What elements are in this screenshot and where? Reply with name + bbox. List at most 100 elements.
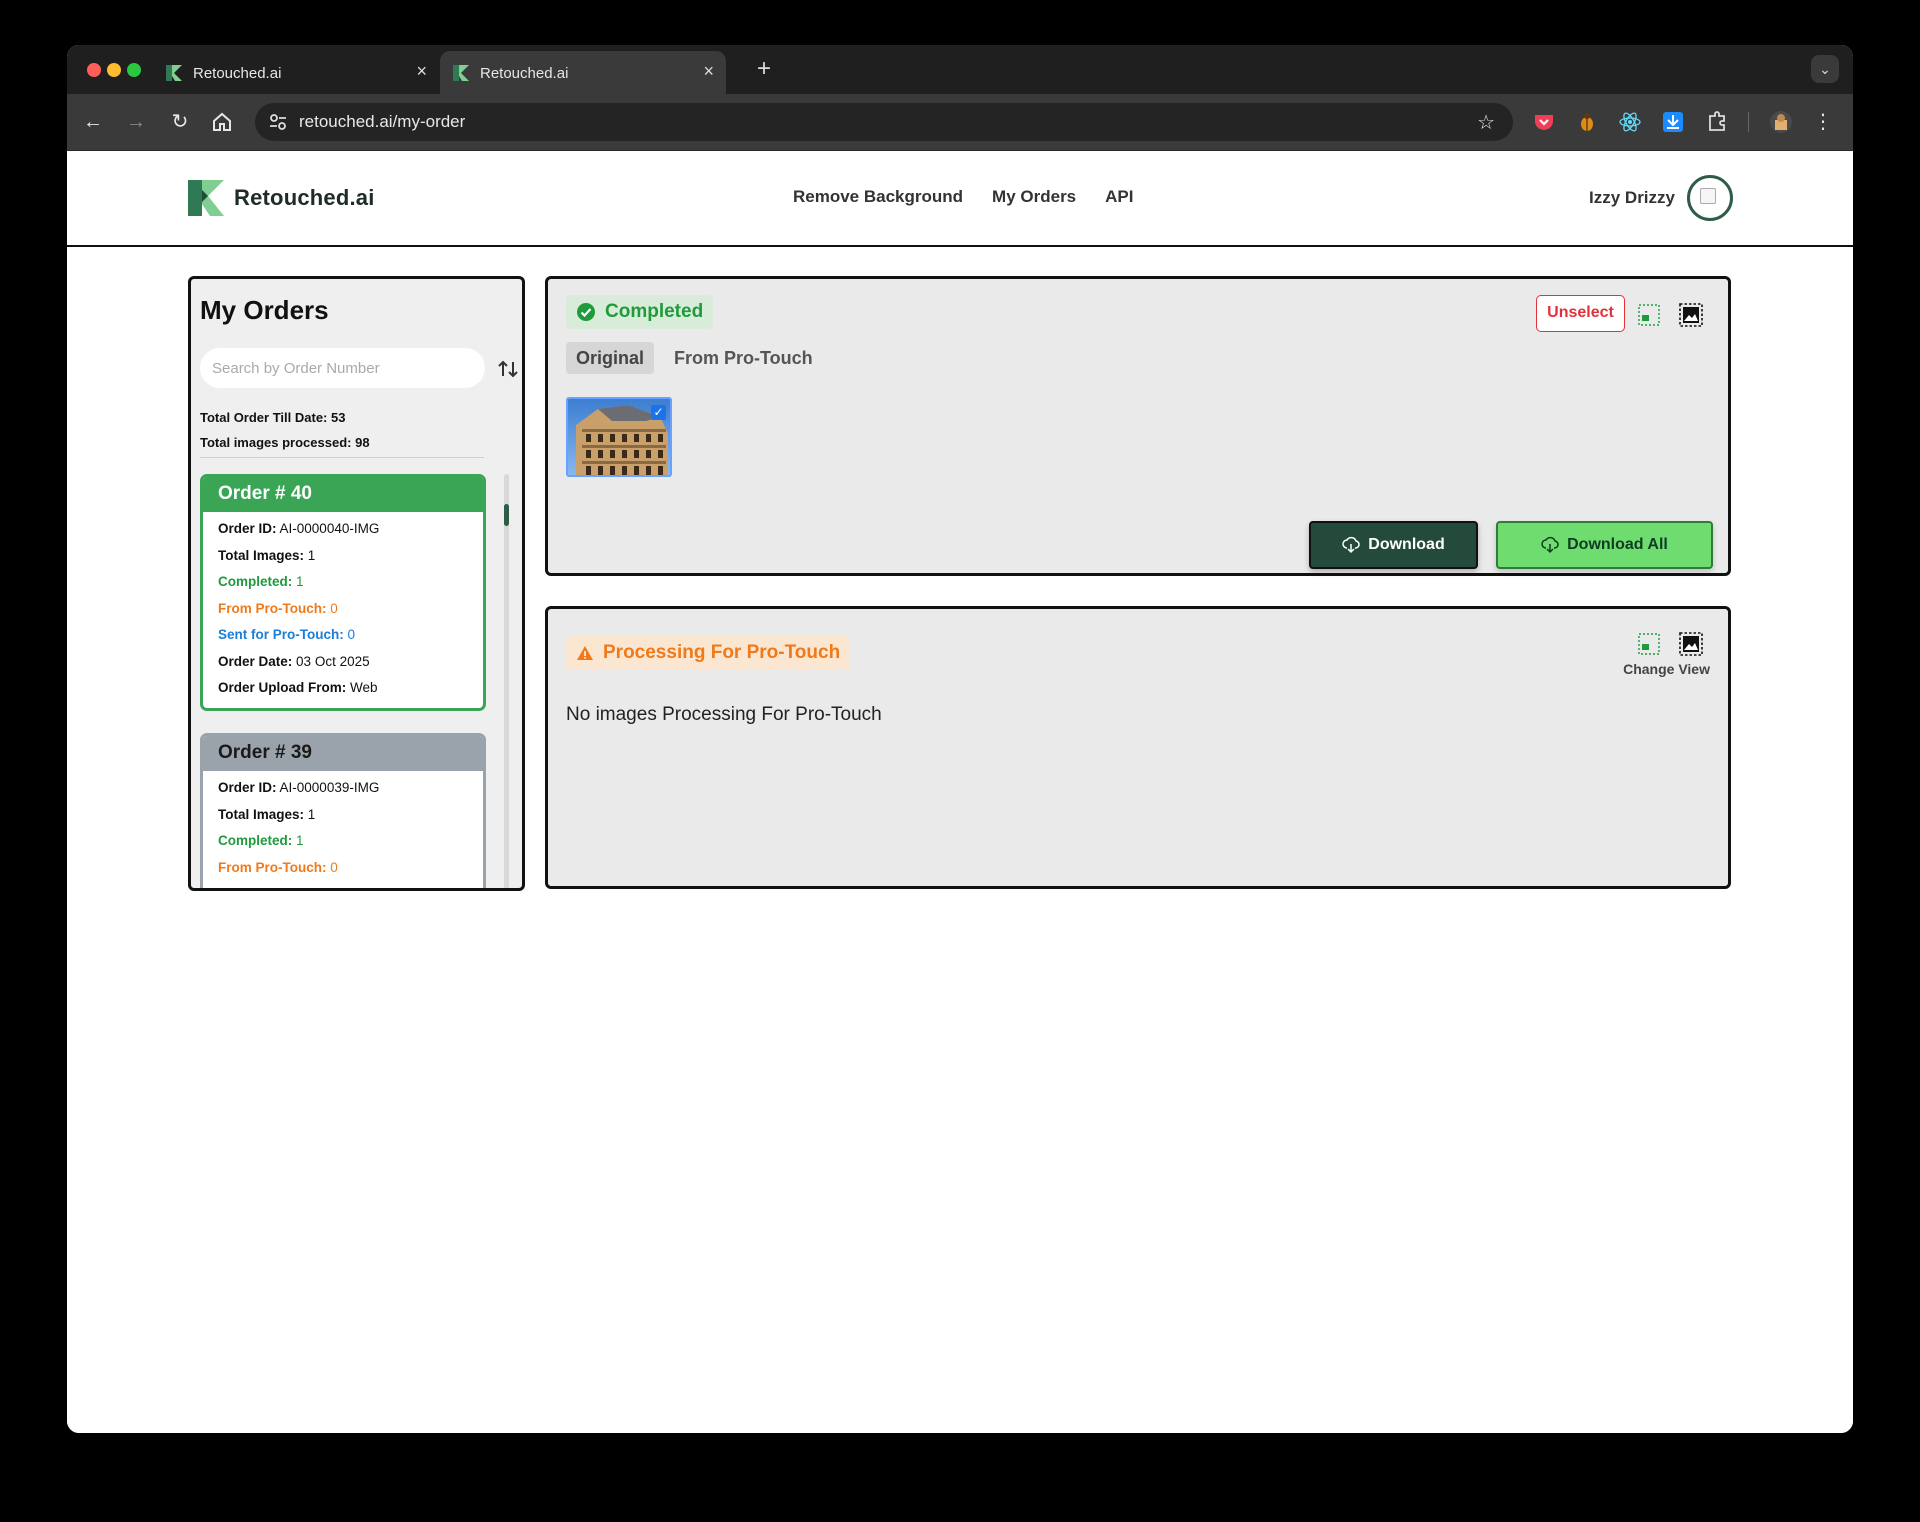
processing-panel: Processing For Pro-Touch Change View No … <box>545 606 1731 889</box>
page: Retouched.ai Remove Background My Orders… <box>67 151 1853 1433</box>
small-grid-view-icon[interactable] <box>1636 302 1662 328</box>
brand-logo[interactable]: Retouched.ai <box>188 180 375 216</box>
sent-for-pro-touch-label: Sent for Pro-Touch: <box>218 627 344 642</box>
order-card-title: Order # 40 <box>203 477 483 512</box>
from-pro-touch-label: From Pro-Touch: <box>218 859 327 875</box>
completed-label: Completed: <box>218 833 293 848</box>
total-images-value: 1 <box>307 806 316 822</box>
retouched-favicon-icon <box>453 65 469 81</box>
bug-extension-icon[interactable] <box>1575 110 1599 134</box>
order-card[interactable]: Order # 39 Order ID: AI-0000039-IMG Tota… <box>200 733 486 888</box>
retouched-logo-icon <box>188 180 224 216</box>
image-thumbnail[interactable]: ✓ <box>566 397 672 477</box>
order-date-label: Order Date: <box>218 653 293 669</box>
order-card[interactable]: Order # 40 Order ID: AI-0000040-IMG Tota… <box>200 474 486 711</box>
total-orders-label: Total Order Till Date: <box>200 410 328 425</box>
large-grid-view-icon[interactable] <box>1678 302 1704 328</box>
divider <box>200 457 484 458</box>
status-label: Completed <box>605 301 704 322</box>
home-icon[interactable] <box>211 111 233 133</box>
change-view-label[interactable]: Change View <box>1623 661 1710 677</box>
total-images-value: 98 <box>355 435 370 450</box>
unselect-button[interactable]: Unselect <box>1536 295 1625 332</box>
order-id-label: Order ID: <box>218 780 277 795</box>
warning-icon <box>577 646 593 660</box>
tab-close-icon[interactable]: × <box>703 61 714 82</box>
total-images-label: Total images processed: <box>200 435 352 450</box>
total-images-value: 1 <box>307 547 316 563</box>
large-grid-view-icon[interactable] <box>1678 631 1704 657</box>
tab-title: Retouched.ai <box>480 65 569 82</box>
browser-tab[interactable]: Retouched.ai × <box>153 51 439 94</box>
brand-name: Retouched.ai <box>234 185 375 210</box>
sent-for-pro-touch-value: 0 <box>347 627 356 642</box>
sent-for-pro-touch-value: 0 <box>348 886 356 888</box>
nav-remove-background[interactable]: Remove Background <box>793 187 963 207</box>
from-pro-touch-value: 0 <box>330 600 338 616</box>
download-label: Download <box>1368 536 1445 553</box>
from-pro-touch-label: From Pro-Touch: <box>218 600 327 616</box>
extensions-puzzle-icon[interactable] <box>1705 110 1729 134</box>
image-select-checkbox[interactable]: ✓ <box>651 405 666 420</box>
browser-menu-icon[interactable]: ⋮ <box>1811 110 1835 134</box>
browser-tab-active[interactable]: Retouched.ai × <box>440 51 726 94</box>
status-label: Processing For Pro-Touch <box>603 642 841 663</box>
site-header: Retouched.ai Remove Background My Orders… <box>67 151 1853 247</box>
upload-from-label: Order Upload From: <box>218 680 347 695</box>
small-grid-view-icon[interactable] <box>1636 631 1662 657</box>
maximize-window-button[interactable] <box>127 63 141 77</box>
browser-toolbar: ← → ↻ retouched.ai/my-order ☆ ⋮ <box>67 94 1853 151</box>
order-id-value: AI-0000039-IMG <box>279 780 380 795</box>
sort-icon[interactable] <box>496 357 520 381</box>
minimize-window-button[interactable] <box>107 63 121 77</box>
tab-search-chevron-icon[interactable]: ⌄ <box>1811 55 1839 83</box>
image-source-tabs: Original From Pro-Touch <box>566 342 823 374</box>
order-stats: Total Order Till Date: 53 Total images p… <box>200 405 370 455</box>
avatar[interactable] <box>1687 175 1733 221</box>
orders-scrollbar[interactable] <box>504 474 509 888</box>
user-name: Izzy Drizzy <box>1589 188 1675 207</box>
scrollbar-thumb[interactable] <box>504 504 509 526</box>
new-tab-icon[interactable]: + <box>757 57 771 81</box>
empty-state-message: No images Processing For Pro-Touch <box>566 704 882 725</box>
check-circle-icon <box>577 303 595 321</box>
tab-close-icon[interactable]: × <box>416 61 427 82</box>
sidebar-title: My Orders <box>200 295 329 325</box>
order-id-label: Order ID: <box>218 521 277 536</box>
back-icon[interactable]: ← <box>81 110 105 134</box>
download-button[interactable]: Download <box>1309 521 1478 569</box>
tab-title: Retouched.ai <box>193 65 282 82</box>
tab-from-pro-touch[interactable]: From Pro-Touch <box>664 342 823 374</box>
reload-icon[interactable]: ↻ <box>168 110 192 134</box>
completed-panel: Completed Unselect Original From Pro-Tou… <box>545 276 1731 576</box>
status-badge-completed: Completed <box>566 295 714 329</box>
user-menu[interactable]: Izzy Drizzy <box>1589 175 1733 221</box>
browser-window: Retouched.ai × Retouched.ai × + ⌄ ← → ↻ … <box>67 45 1853 1433</box>
orders-sidebar: My Orders Total Order Till Date: 53 Tota… <box>188 276 525 891</box>
sent-for-pro-touch-label: Sent for Pro-Touch: <box>218 886 344 888</box>
download-all-button[interactable]: Download All <box>1496 521 1713 569</box>
tab-bar: Retouched.ai × Retouched.ai × + ⌄ <box>67 45 1853 94</box>
close-window-button[interactable] <box>87 63 101 77</box>
address-bar[interactable]: retouched.ai/my-order ☆ <box>255 103 1513 141</box>
download-all-label: Download All <box>1567 536 1668 553</box>
nav-api[interactable]: API <box>1105 187 1133 207</box>
order-date-value: 03 Oct 2025 <box>296 653 370 669</box>
profile-avatar-icon[interactable] <box>1769 110 1793 134</box>
toolbar-divider <box>1748 112 1749 132</box>
forward-icon[interactable]: → <box>124 110 148 134</box>
site-settings-icon[interactable] <box>267 111 289 133</box>
order-id-value: AI-0000040-IMG <box>279 521 380 536</box>
upload-from-value: Web <box>350 680 378 695</box>
order-search-input[interactable] <box>200 348 485 388</box>
order-card-title: Order # 39 <box>203 736 483 771</box>
total-images-label: Total Images: <box>218 547 305 563</box>
tab-original[interactable]: Original <box>566 342 655 374</box>
bookmark-star-icon[interactable]: ☆ <box>1477 110 1495 135</box>
pocket-extension-icon[interactable] <box>1532 110 1556 134</box>
react-devtools-icon[interactable] <box>1618 110 1642 134</box>
nav-my-orders[interactable]: My Orders <box>992 187 1076 207</box>
main-nav: Remove Background My Orders API <box>793 187 1133 207</box>
completed-label: Completed: <box>218 574 293 589</box>
download-extension-icon[interactable] <box>1661 110 1685 134</box>
